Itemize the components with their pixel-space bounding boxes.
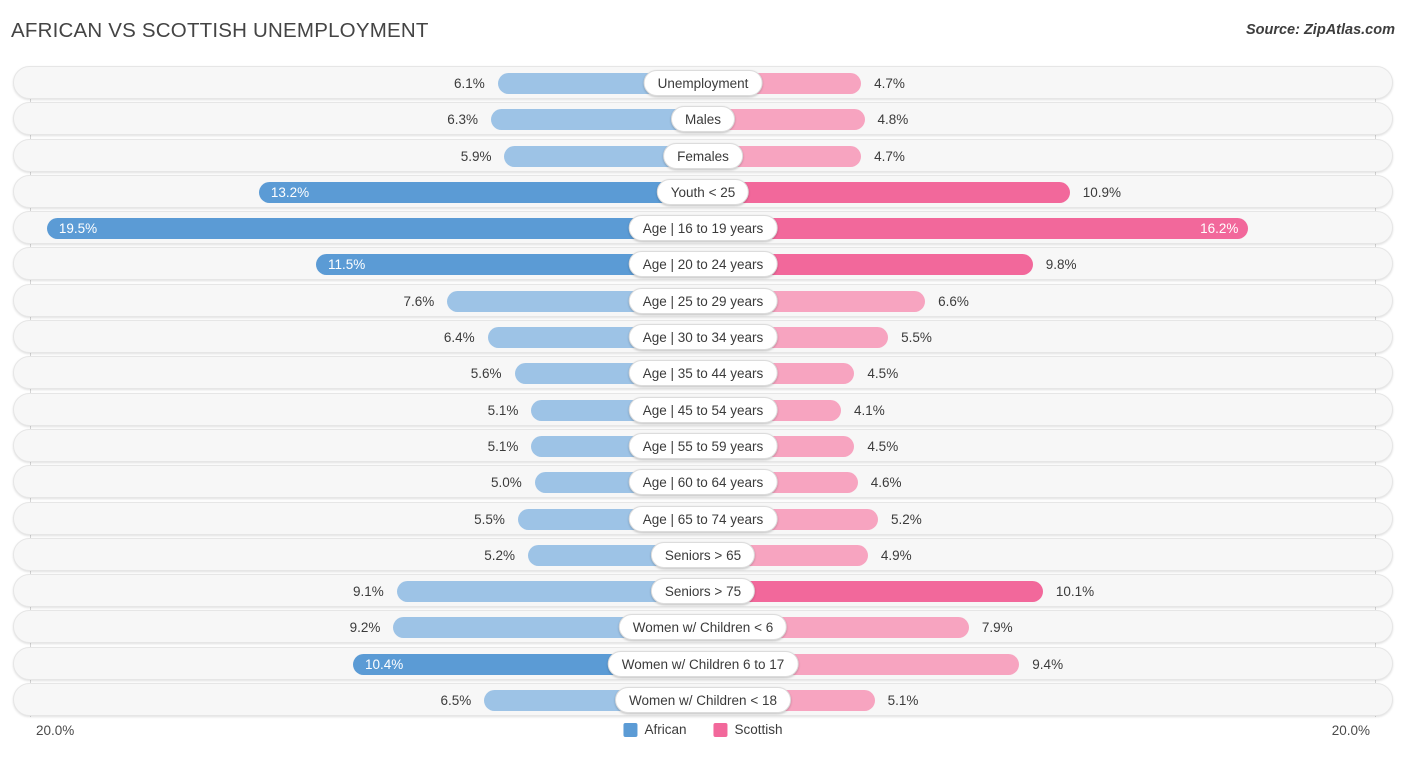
- value-label-scottish: 4.8%: [877, 112, 909, 128]
- chart-row: 6.4% 5.5% Age | 30 to 34 years: [13, 320, 1393, 354]
- value-label-african: 6.4%: [443, 330, 475, 346]
- value-label-scottish: 16.2%: [1200, 221, 1239, 237]
- value-label-african: 9.1%: [353, 584, 384, 600]
- value-label-african: 5.1%: [487, 402, 519, 418]
- value-label-scottish: 4.7%: [874, 148, 905, 164]
- value-label-african: 13.2%: [270, 184, 310, 200]
- value-label-scottish: 6.6%: [938, 293, 969, 309]
- legend-item-scottish[interactable]: Scottish: [713, 722, 783, 737]
- value-label-scottish: 4.5%: [867, 438, 899, 454]
- chart-row: 9.1% 10.1% Seniors > 75: [13, 574, 1393, 608]
- chart-row: 13.2% 10.9% Youth < 25: [13, 174, 1393, 208]
- category-label: Unemployment: [643, 70, 763, 96]
- value-label-scottish: 9.8%: [1045, 257, 1077, 273]
- chart-row: 6.5% 5.1% Women w/ Children < 18: [13, 683, 1393, 717]
- category-label: Males: [670, 106, 736, 133]
- value-label-scottish: 5.5%: [901, 330, 932, 346]
- bar-african: [258, 181, 703, 203]
- value-label-african: 5.1%: [487, 438, 519, 454]
- value-label-african: 7.6%: [403, 293, 435, 309]
- chart-row: 19.5% 16.2% Age | 16 to 19 years: [13, 211, 1393, 245]
- bar-african: [46, 218, 703, 240]
- chart-row: 5.9% 4.7% Females: [13, 138, 1393, 172]
- chart-row: 5.6% 4.5% Age | 35 to 44 years: [13, 356, 1393, 390]
- chart-row: 10.4% 9.4% Women w/ Children 6 to 17: [13, 646, 1393, 680]
- chart-page: AFRICAN VS SCOTTISH UNEMPLOYMENT Source:…: [0, 0, 1406, 757]
- value-label-scottish: 5.1%: [887, 693, 919, 709]
- legend-swatch-icon: [623, 722, 638, 737]
- chart-row: 5.1% 4.5% Age | 55 to 59 years: [13, 428, 1393, 462]
- axis-max-right: 20.0%: [1331, 723, 1370, 738]
- chart-row: 5.1% 4.1% Age | 45 to 54 years: [13, 392, 1393, 426]
- chart-legend: African Scottish: [623, 722, 783, 737]
- value-label-african: 5.0%: [490, 475, 522, 491]
- legend-swatch-icon: [713, 722, 728, 737]
- axis-max-left: 20.0%: [36, 723, 75, 738]
- category-label: Seniors > 65: [650, 541, 756, 568]
- category-label: Age | 30 to 34 years: [628, 324, 778, 351]
- category-label: Age | 35 to 44 years: [628, 360, 778, 387]
- bar-scottish: [703, 181, 1070, 203]
- category-label: Age | 16 to 19 years: [628, 215, 778, 242]
- chart-footer: 20.0% African Scottish 20.0%: [0, 718, 1406, 757]
- value-label-african: 10.4%: [365, 656, 404, 672]
- category-label: Women w/ Children 6 to 17: [607, 650, 799, 677]
- value-label-african: 5.2%: [484, 547, 516, 563]
- value-label-african: 6.5%: [440, 693, 472, 709]
- value-label-african: 6.3%: [447, 112, 479, 128]
- category-label: Women w/ Children < 6: [618, 614, 788, 641]
- chart-row: 6.1% 4.7% Unemployment: [13, 66, 1393, 99]
- chart-row: 5.0% 4.6% Age | 60 to 64 years: [13, 465, 1393, 499]
- value-label-african: 11.5%: [328, 257, 366, 273]
- page-title: AFRICAN VS SCOTTISH UNEMPLOYMENT: [11, 19, 429, 42]
- diverging-bar-chart: 6.1% 4.7% Unemployment 6.3% 4.8% Males 5.9% 4.7…: [13, 66, 1393, 717]
- value-label-african: 5.9%: [460, 148, 492, 164]
- value-label-scottish: 5.2%: [890, 511, 922, 527]
- category-label: Age | 55 to 59 years: [628, 432, 778, 459]
- chart-row: 11.5% 9.8% Age | 20 to 24 years: [13, 247, 1393, 281]
- value-label-scottish: 9.4%: [1032, 656, 1064, 672]
- chart-row: 5.5% 5.2% Age | 65 to 74 years: [13, 501, 1393, 535]
- value-label-scottish: 7.9%: [981, 620, 1013, 636]
- value-label-scottish: 4.5%: [867, 366, 899, 382]
- value-label-scottish: 10.9%: [1082, 184, 1122, 200]
- category-label: Age | 65 to 74 years: [628, 505, 778, 532]
- category-label: Age | 45 to 54 years: [628, 396, 778, 423]
- value-label-scottish: 4.6%: [870, 475, 902, 491]
- chart-row: 6.3% 4.8% Males: [13, 102, 1393, 136]
- value-label-scottish: 4.7%: [874, 76, 905, 91]
- page-header: AFRICAN VS SCOTTISH UNEMPLOYMENT Source:…: [0, 0, 1406, 60]
- source-attribution: Source: ZipAtlas.com: [1245, 22, 1395, 38]
- chart-row: 9.2% 7.9% Women w/ Children < 6: [13, 610, 1393, 644]
- legend-label: African: [644, 722, 687, 737]
- category-label: Females: [663, 142, 743, 169]
- value-label-african: 5.6%: [470, 366, 502, 382]
- category-label: Women w/ Children < 18: [615, 687, 791, 714]
- chart-row: 5.2% 4.9% Seniors > 65: [13, 537, 1393, 571]
- chart-row: 7.6% 6.6% Age | 25 to 29 years: [13, 283, 1393, 317]
- value-label-scottish: 10.1%: [1055, 584, 1095, 600]
- category-label: Seniors > 75: [650, 578, 756, 605]
- legend-item-african[interactable]: African: [623, 722, 687, 737]
- category-label: Age | 20 to 24 years: [628, 251, 778, 278]
- category-label: Youth < 25: [656, 178, 750, 205]
- value-label-african: 19.5%: [58, 221, 98, 237]
- value-label-african: 6.1%: [453, 76, 485, 91]
- value-label-scottish: 4.9%: [880, 547, 912, 563]
- category-label: Age | 60 to 64 years: [628, 469, 778, 496]
- value-label-african: 9.2%: [349, 620, 381, 636]
- category-label: Age | 25 to 29 years: [628, 287, 778, 314]
- legend-label: Scottish: [734, 722, 783, 737]
- value-label-african: 5.5%: [474, 511, 505, 527]
- value-label-scottish: 4.1%: [853, 402, 885, 418]
- bar-scottish: [703, 218, 1249, 240]
